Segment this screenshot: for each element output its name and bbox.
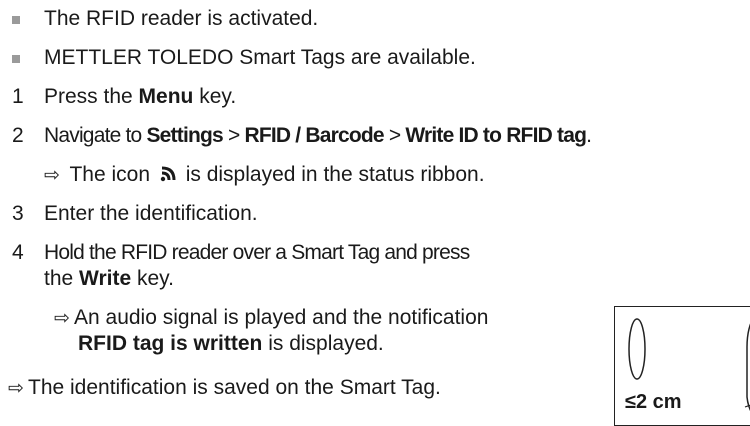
step-3-text: Enter the identification. xyxy=(44,202,258,225)
step-2-number: 2 xyxy=(12,124,24,147)
step-4-line1: Hold the RFID reader over a Smart Tag an… xyxy=(44,241,470,264)
result-arrow-icon: ⇨ xyxy=(44,165,60,186)
result-arrow-icon: ⇨ xyxy=(8,378,24,399)
result-arrow-icon: ⇨ xyxy=(54,308,70,329)
step-2-text: Navigate to Settings > RFID / Barcode > … xyxy=(44,124,592,147)
rfid-illustration: ≤2 cm xyxy=(614,306,750,426)
step-1-number: 1 xyxy=(12,85,24,108)
step-2-result: ⇨ The icon is displayed in the status ri… xyxy=(44,162,485,189)
rfid-icon xyxy=(160,166,176,182)
step-4-result-line2: RFID tag is written is displayed. xyxy=(78,332,384,355)
step-1-text: Press the Menu key. xyxy=(44,85,237,108)
step-4-line2: the Write key. xyxy=(44,267,174,290)
distance-label: ≤2 cm xyxy=(625,391,682,413)
step-4-result-line1: ⇨ An audio signal is played and the notif… xyxy=(54,305,488,332)
final-result: ⇨ The identification is saved on the Smar… xyxy=(8,375,441,402)
prereq-1: The RFID reader is activated. xyxy=(44,7,319,30)
prereq-2: METTLER TOLEDO Smart Tags are available. xyxy=(44,46,476,69)
step-4-number: 4 xyxy=(12,241,24,264)
step-3-number: 3 xyxy=(12,202,24,225)
bullet-2 xyxy=(12,55,20,63)
bullet-1 xyxy=(12,16,20,24)
